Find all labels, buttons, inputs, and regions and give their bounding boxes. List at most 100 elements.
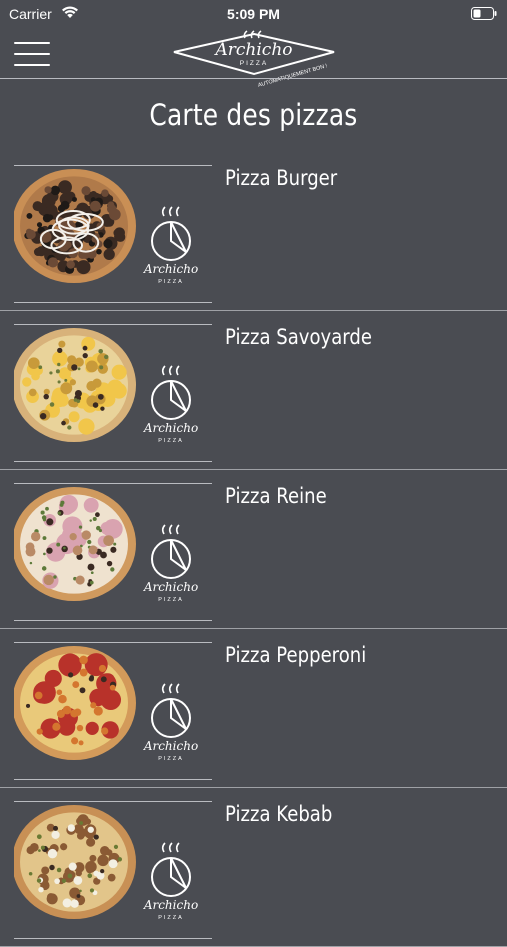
pizza-topping (76, 724, 84, 732)
pizza-topping (99, 365, 104, 370)
pizza-name: Pizza Burger (225, 166, 338, 190)
pizza-topping (61, 878, 67, 884)
archicho-brand-icon: Archicho PIZZA (143, 206, 198, 285)
pizza-image: Archicho PIZZA (14, 327, 198, 444)
pizza-topping (47, 848, 58, 859)
pizza-topping (97, 854, 109, 867)
pizza-topping (101, 727, 109, 735)
pizza-topping (86, 837, 96, 847)
pizza-topping (83, 497, 99, 513)
pizza-list: Archicho PIZZA Pizza Burger Archicho PIZZA… (0, 152, 507, 947)
brand-sub: PIZZA (158, 279, 184, 285)
pizza-topping (113, 844, 119, 850)
pizza-item-burger[interactable]: Archicho PIZZA Pizza Burger (0, 152, 507, 311)
pizza-topping (32, 201, 43, 212)
pizza-item-pepperoni[interactable]: Archicho PIZZA Pizza Pepperoni (0, 629, 507, 788)
pizza-image: Archicho PIZZA (14, 168, 198, 285)
hamburger-menu-icon-line (14, 53, 50, 55)
pizza-item-reine[interactable]: Archicho PIZZA Pizza Reine (0, 470, 507, 629)
brand-name: Archicho (143, 580, 198, 594)
pizza-topping (98, 349, 104, 354)
pizza-topping (100, 551, 107, 559)
pizza-topping (71, 737, 79, 745)
pizza-topping (55, 369, 60, 374)
pizza-topping (89, 519, 92, 522)
pizza-topping (108, 859, 118, 869)
status-bar: Carrier 5:09 PM (0, 0, 507, 28)
pizza-topping (43, 552, 46, 556)
pizza-topping (97, 363, 109, 374)
pizza-topping (92, 517, 97, 522)
pizza-topping (62, 705, 72, 715)
pizza-item-savoyarde[interactable]: Archicho PIZZA Pizza Savoyarde (0, 311, 507, 470)
pizza-topping (66, 260, 75, 269)
pizza-topping (89, 580, 94, 585)
pizza-topping (88, 676, 94, 682)
pizza-topping (49, 864, 55, 871)
pizza-topping (26, 212, 33, 219)
pizza-topping (70, 709, 79, 718)
pizza-topping (51, 830, 60, 840)
pizza-topping (57, 380, 61, 384)
pizza-topping (79, 889, 82, 893)
menu-button[interactable] (14, 41, 50, 67)
pizza-topping (45, 506, 49, 511)
pizza-topping (106, 560, 113, 567)
hamburger-menu-icon (14, 42, 50, 44)
pizza-topping (89, 888, 95, 893)
pizza-topping (103, 535, 114, 546)
pizza-name: Pizza Kebab (225, 802, 333, 826)
pizza-topping (75, 575, 85, 585)
pizza-topping (25, 546, 36, 557)
pizza-image: Archicho PIZZA (14, 645, 198, 762)
pizza-topping (56, 867, 62, 873)
pizza-topping (57, 347, 63, 354)
pizza-topping (84, 818, 92, 825)
pizza-topping (111, 364, 127, 380)
pizza-topping (78, 740, 84, 746)
pizza-thumbnail: Archicho PIZZA (14, 801, 212, 939)
pizza-topping (64, 378, 68, 382)
pizza-topping (46, 547, 53, 554)
pizza-topping (38, 365, 43, 370)
pizza-topping (56, 542, 61, 547)
pizza-topping (36, 834, 42, 840)
pizza-topping (82, 345, 88, 351)
pizza-topping (36, 222, 43, 228)
pizza-topping (25, 703, 31, 708)
pizza-topping (28, 871, 33, 876)
pizza-thumbnail: Archicho PIZZA (14, 165, 212, 303)
pizza-topping (40, 510, 45, 515)
pizza-topping (34, 691, 43, 700)
pizza-topping (73, 398, 78, 402)
pizza-item-kebab[interactable]: Archicho PIZZA Pizza Kebab (0, 788, 507, 947)
pizza-topping (22, 377, 32, 387)
pizza-topping (71, 196, 77, 202)
brand-name: Archicho (143, 421, 198, 435)
pizza-topping (72, 545, 83, 556)
pizza-topping (36, 728, 43, 735)
pizza-topping (114, 227, 125, 239)
logo-name: Archicho (213, 40, 292, 60)
pizza-thumbnail: Archicho PIZZA (14, 642, 212, 780)
archicho-logo[interactable]: Archicho PIZZA AUTOMATIQUEMENT BON ! (171, 30, 337, 96)
pizza-topping (58, 340, 66, 348)
pizza-topping (100, 689, 122, 711)
pizza-topping (43, 574, 54, 586)
pizza-topping (117, 857, 123, 862)
pizza-topping (57, 511, 62, 515)
pizza-topping (44, 186, 52, 194)
pizza-topping (73, 823, 84, 834)
pizza-thumbnail: Archicho PIZZA (14, 324, 212, 462)
pizza-topping (70, 899, 79, 908)
pizza-topping (82, 353, 88, 359)
pizza-topping (81, 186, 91, 196)
pizza-topping (43, 388, 50, 395)
pizza-topping (57, 362, 61, 367)
pizza-topping (79, 420, 94, 435)
brand-name: Archicho (143, 898, 198, 912)
pizza-name: Pizza Pepperoni (225, 643, 367, 667)
pizza-topping (93, 834, 99, 840)
pizza-topping (49, 371, 53, 375)
pizza-topping (40, 845, 45, 850)
